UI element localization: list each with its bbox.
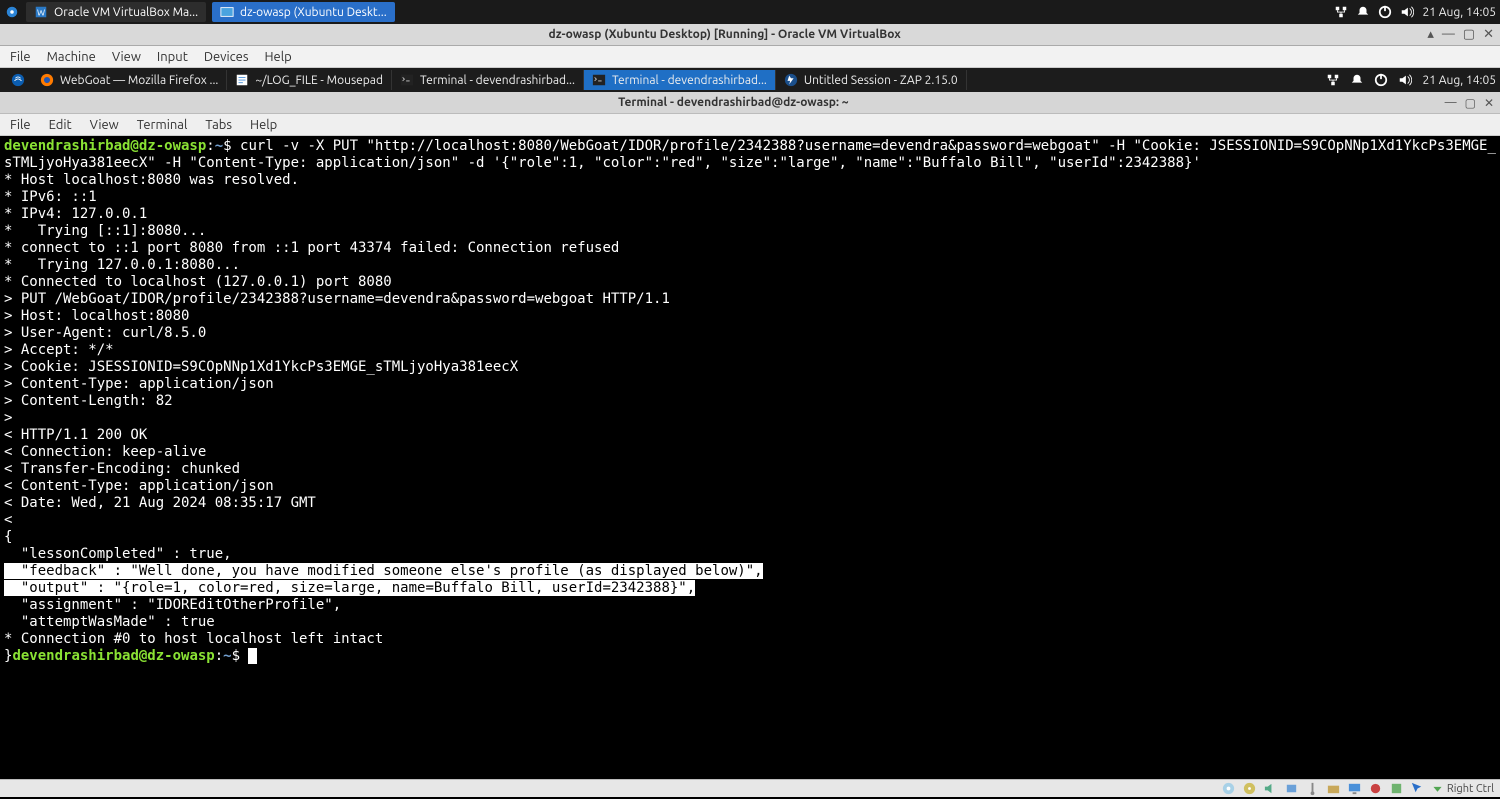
task-label: Untitled Session - ZAP 2.15.0	[804, 74, 958, 87]
task-label: Terminal - devendrashirbad...	[612, 74, 767, 87]
terminal-output[interactable]: devendrashirbad@dz-owasp:~$ curl -v -X P…	[0, 136, 1500, 774]
host-top-panel: W Oracle VM VirtualBox Ma... dz-owasp (X…	[0, 0, 1500, 24]
task-label: Terminal - devendrashirbad...	[420, 74, 575, 87]
sb-usb-icon[interactable]	[1305, 781, 1320, 796]
terminal-menubar: File Edit View Terminal Tabs Help	[0, 114, 1500, 136]
volume-icon[interactable]	[1398, 73, 1412, 87]
guest-task-firefox[interactable]: WebGoat — Mozilla Firefox ...	[32, 70, 227, 90]
term-menu-edit[interactable]: Edit	[49, 118, 72, 132]
guest-task-zap[interactable]: Untitled Session - ZAP 2.15.0	[776, 70, 967, 90]
xfce-menu-icon[interactable]	[10, 72, 26, 88]
host-task-label: dz-owasp (Xubuntu Deskt...	[240, 6, 387, 19]
vb-roll-icon[interactable]: ▴	[1427, 27, 1434, 42]
term-menu-view[interactable]: View	[90, 118, 119, 132]
svg-text:W: W	[37, 8, 45, 18]
guest-task-terminal-active[interactable]: Terminal - devendrashirbad...	[584, 70, 776, 90]
host-task-label: Oracle VM VirtualBox Ma...	[54, 6, 198, 19]
sb-net-icon[interactable]	[1284, 781, 1299, 796]
sb-disk-icon[interactable]	[1221, 781, 1236, 796]
minimize-icon[interactable]: —	[1445, 96, 1457, 110]
vb-menu-machine[interactable]: Machine	[47, 50, 96, 64]
host-key-label: Right Ctrl	[1447, 783, 1494, 795]
maximize-icon[interactable]: ▢	[1465, 96, 1476, 110]
power-icon[interactable]	[1374, 73, 1388, 87]
host-task-vb-window[interactable]: dz-owasp (Xubuntu Deskt...	[212, 2, 395, 22]
task-label: WebGoat — Mozilla Firefox ...	[60, 74, 218, 87]
network-icon[interactable]	[1326, 73, 1340, 87]
guest-panel: WebGoat — Mozilla Firefox ... ~/LOG_FILE…	[0, 68, 1500, 92]
term-menu-tabs[interactable]: Tabs	[205, 118, 232, 132]
host-key-indicator[interactable]: Right Ctrl	[1431, 782, 1494, 795]
terminal-title: Terminal - devendrashirbad@dz-owasp: ~	[618, 96, 848, 109]
sb-rec-icon[interactable]	[1368, 781, 1383, 796]
vb-menu-help[interactable]: Help	[265, 50, 292, 64]
guest-task-terminal-1[interactable]: Terminal - devendrashirbad...	[392, 70, 584, 90]
activities-icon[interactable]	[4, 4, 20, 20]
vb-window-title: dz-owasp (Xubuntu Desktop) [Running] - O…	[549, 28, 901, 41]
terminal-titlebar[interactable]: Terminal - devendrashirbad@dz-owasp: ~ —…	[0, 92, 1500, 114]
host-clock[interactable]: 21 Aug, 14:05	[1422, 6, 1496, 19]
sb-cpu-icon[interactable]	[1389, 781, 1404, 796]
bell-icon[interactable]	[1356, 5, 1370, 19]
maximize-icon[interactable]: ▢	[1463, 27, 1475, 42]
volume-icon[interactable]	[1400, 5, 1414, 19]
guest-task-mousepad[interactable]: ~/LOG_FILE - Mousepad	[227, 70, 392, 90]
sb-display-icon[interactable]	[1347, 781, 1362, 796]
sb-optical-icon[interactable]	[1242, 781, 1257, 796]
power-icon[interactable]	[1378, 5, 1392, 19]
vb-window-titlebar[interactable]: dz-owasp (Xubuntu Desktop) [Running] - O…	[0, 24, 1500, 46]
guest-clock[interactable]: 21 Aug, 14:05	[1422, 74, 1496, 87]
vb-menu-file[interactable]: File	[10, 50, 31, 64]
sb-mouse-icon[interactable]	[1410, 781, 1425, 796]
host-task-vb-manager[interactable]: W Oracle VM VirtualBox Ma...	[26, 2, 206, 22]
term-menu-file[interactable]: File	[10, 118, 31, 132]
sb-audio-icon[interactable]	[1263, 781, 1278, 796]
term-menu-help[interactable]: Help	[250, 118, 277, 132]
vb-statusbar: Right Ctrl	[0, 779, 1500, 797]
vb-menubar: File Machine View Input Devices Help	[0, 46, 1500, 68]
vb-menu-view[interactable]: View	[112, 50, 141, 64]
vb-menu-input[interactable]: Input	[157, 50, 188, 64]
close-icon[interactable]: ✕	[1484, 96, 1494, 110]
bell-icon[interactable]	[1350, 73, 1364, 87]
task-label: ~/LOG_FILE - Mousepad	[255, 74, 383, 87]
network-icon[interactable]	[1334, 5, 1348, 19]
minimize-icon[interactable]: —	[1442, 27, 1455, 42]
close-icon[interactable]: ✕	[1483, 27, 1494, 42]
vb-menu-devices[interactable]: Devices	[204, 50, 249, 64]
sb-shared-icon[interactable]	[1326, 781, 1341, 796]
term-menu-terminal[interactable]: Terminal	[137, 118, 188, 132]
